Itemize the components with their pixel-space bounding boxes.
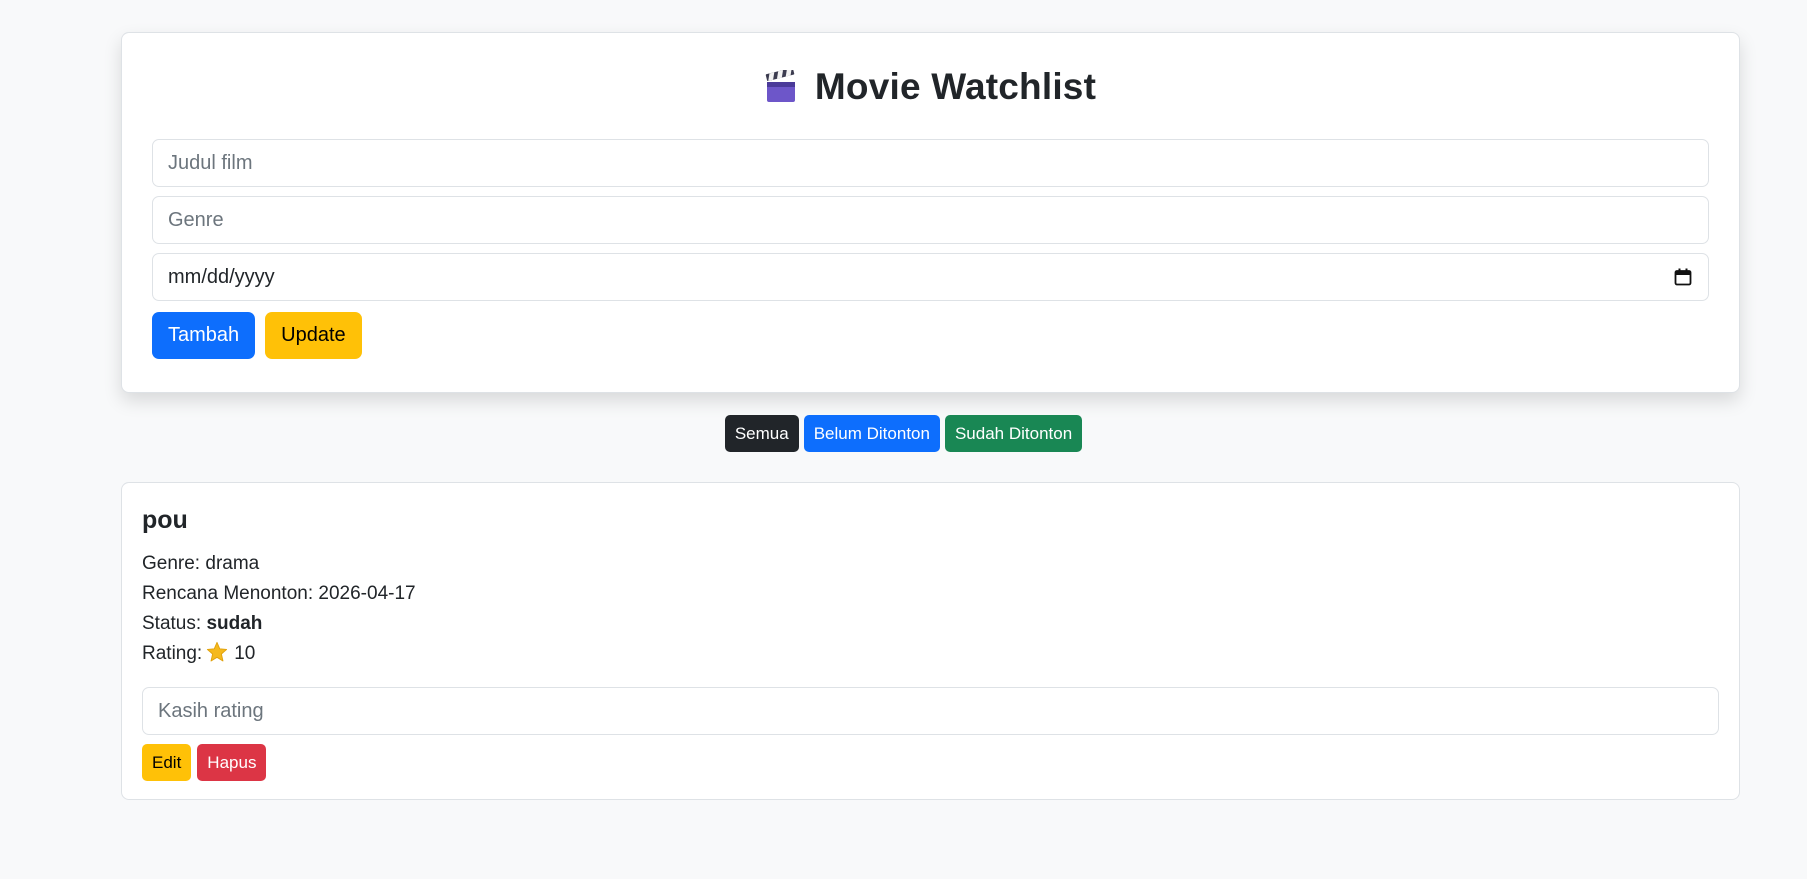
date-input-placeholder: mm/dd/yyyy — [168, 265, 275, 288]
movie-plan-date: Rencana Menonton: 2026-04-17 — [142, 579, 1719, 609]
page-header: Movie Watchlist — [152, 35, 1709, 139]
page-title: Movie Watchlist — [814, 66, 1097, 107]
movie-rating: Rating: 10 — [142, 639, 1719, 669]
filter-unwatched-button[interactable]: Belum Ditonton — [803, 415, 940, 452]
movie-card: pou Genre: drama Rencana Menonton: 2026-… — [121, 482, 1740, 800]
movie-genre: Genre: drama — [142, 549, 1719, 579]
delete-button[interactable]: Hapus — [197, 744, 267, 781]
genre-label: Genre: — [142, 553, 201, 574]
filter-all-button[interactable]: Semua — [724, 415, 799, 452]
plan-label: Rencana Menonton: — [142, 583, 314, 604]
genre-value: drama — [205, 553, 260, 574]
plan-date-value: 2026-04-17 — [318, 583, 416, 604]
clapperboard-icon — [765, 67, 797, 104]
status-label: Status: — [142, 613, 202, 634]
movie-status: Status: sudah — [142, 609, 1719, 639]
movie-title: pou — [142, 506, 188, 534]
genre-input[interactable]: Genre — [152, 196, 1709, 244]
status-value: sudah — [206, 613, 263, 634]
rating-input[interactable]: Kasih rating — [142, 687, 1719, 735]
update-button[interactable]: Update — [265, 312, 362, 359]
filter-bar: Semua Belum Ditonton Sudah Ditonton — [0, 415, 1807, 452]
filter-watched-button[interactable]: Sudah Ditonton — [944, 415, 1083, 452]
title-input[interactable]: Judul film — [152, 139, 1709, 187]
rating-input-placeholder: Kasih rating — [158, 699, 264, 722]
movie-form-card: Movie Watchlist Judul film Genre mm/dd/y… — [121, 32, 1740, 393]
title-input-placeholder: Judul film — [168, 151, 253, 174]
rating-value: 10 — [234, 643, 256, 664]
add-button[interactable]: Tambah — [152, 312, 256, 359]
rating-label: Rating: — [142, 643, 203, 664]
genre-input-placeholder: Genre — [168, 208, 224, 231]
calendar-icon[interactable] — [1674, 268, 1692, 286]
edit-button[interactable]: Edit — [142, 744, 192, 781]
star-icon — [206, 641, 228, 663]
date-input[interactable]: mm/dd/yyyy — [152, 253, 1709, 301]
